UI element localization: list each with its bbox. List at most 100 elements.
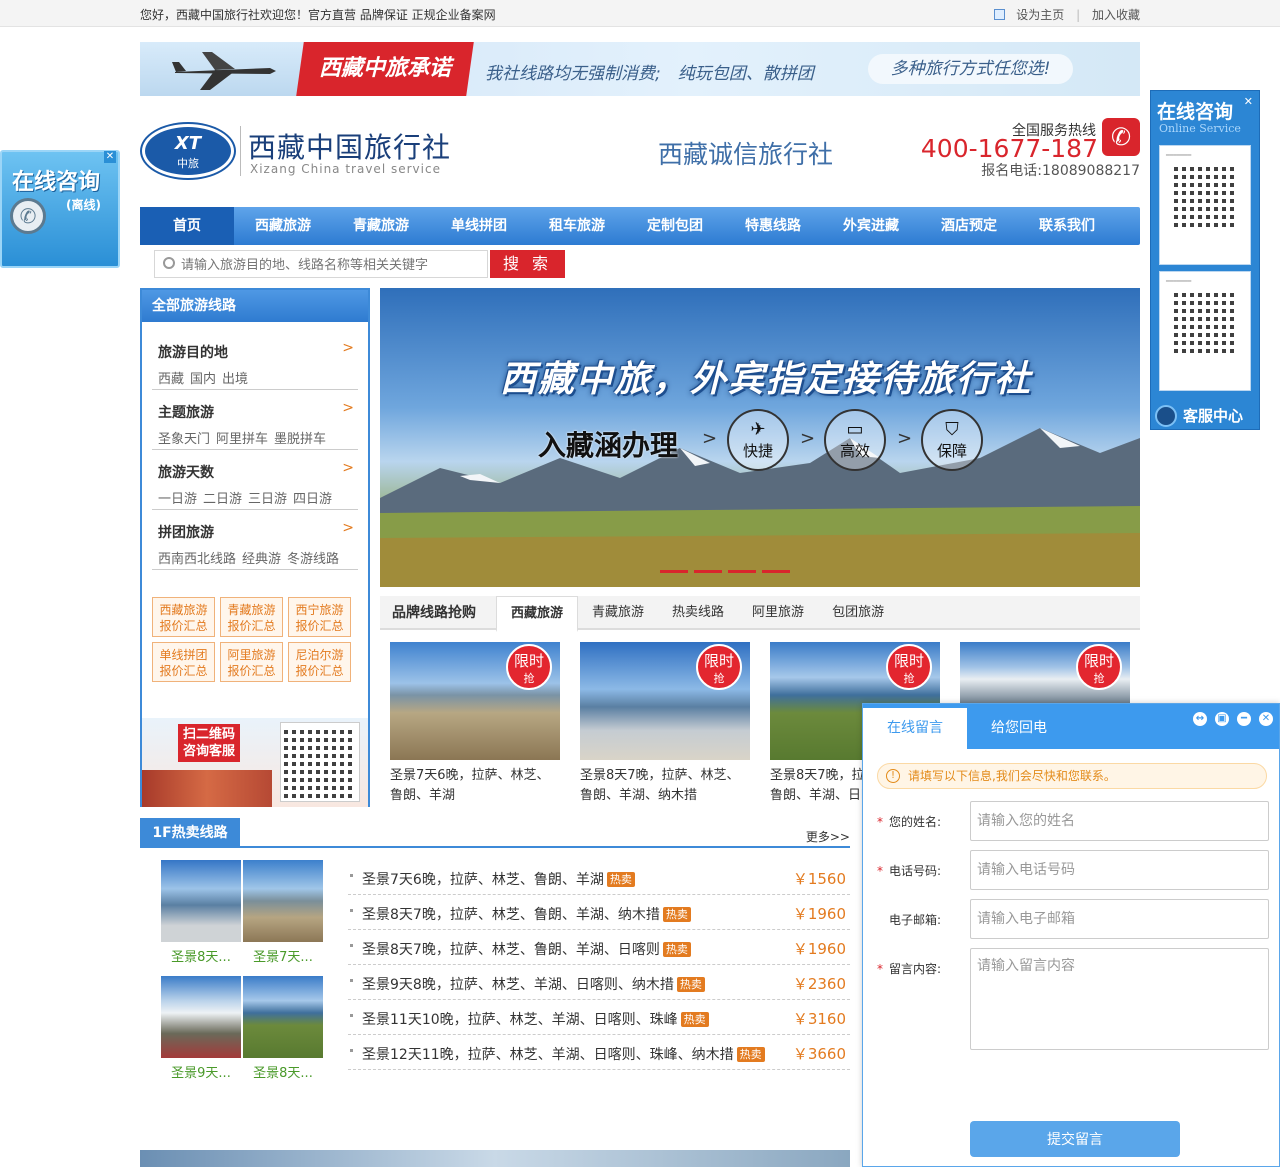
palace-image [142,770,272,807]
submit-message-button[interactable]: 提交留言 [970,1121,1180,1157]
category-link[interactable]: 冬游线路 [287,552,339,567]
carousel-dot[interactable] [694,570,722,573]
list-item[interactable]: 圣景8天7晚，拉萨、林芝、鲁朗、羊湖、纳木措 热卖 ￥1960 [348,895,850,930]
route-name[interactable]: 圣景11天10晚，拉萨、林芝、羊湖、日喀则、珠峰 [362,1012,678,1028]
hot-thumb[interactable]: 圣景8天... [161,860,241,965]
category-link[interactable]: 墨脱拼车 [274,432,326,447]
tab-package[interactable]: 包团旅游 [818,596,898,630]
list-item[interactable]: 圣景7天6晚，拉萨、林芝、鲁朗、羊湖 热卖 ￥1560 [348,860,850,895]
price-summary-button[interactable]: 尼泊尔游 报价汇总 [288,642,351,682]
limited-badge: 限时抢 [696,644,742,690]
hero-banner[interactable]: 西藏中旅，外宾指定接待旅行社 入藏涵办理 > ✈ 快捷 > ▭ 高效 > ⛉ 保障 [380,288,1140,587]
hot-thumb[interactable]: 圣景8天... [243,976,323,1081]
add-favorite-link[interactable]: 加入收藏 [1092,8,1140,22]
nav-item-tibet[interactable]: 西藏旅游 [234,207,332,245]
hot-thumb[interactable]: 圣景9天... [161,976,241,1081]
email-input[interactable] [970,899,1269,939]
minimize-icon[interactable]: ━ [1237,712,1251,726]
product-card[interactable]: 限时抢 圣景8天7晚，拉萨、林芝、鲁朗、羊湖、纳木措 [580,642,750,806]
home-icon [994,9,1006,20]
category-group-title[interactable]: 旅游目的地 [152,342,358,362]
nav-item-deals[interactable]: 特惠线路 [724,207,822,245]
limited-badge: 限时抢 [886,644,932,690]
nav-item-hotel[interactable]: 酒店预定 [920,207,1018,245]
nav-item-home[interactable]: 首页 [140,207,234,245]
bullet-icon [350,909,353,912]
price-summary-button[interactable]: 西藏旅游 报价汇总 [152,597,215,637]
close-icon[interactable]: ✕ [1244,95,1253,108]
nav-item-foreign[interactable]: 外宾进藏 [822,207,920,245]
more-link[interactable]: 更多>> [806,828,850,845]
list-item[interactable]: 圣景12天11晚，拉萨、林芝、羊湖、日喀则、珠峰、纳木措 热卖 ￥3660 [348,1035,850,1070]
product-image: 限时抢 [960,642,1130,704]
product-card[interactable]: 限时抢 [960,642,1130,710]
category-link[interactable]: 国内 [190,372,216,387]
price-summary-button[interactable]: 青藏旅游 报价汇总 [220,597,283,637]
category-link[interactable]: 经典游 [242,552,281,567]
brand-tabs-title: 品牌线路抢购 [392,605,476,621]
set-home-link[interactable]: 设为主页 [994,8,1064,22]
category-group-title[interactable]: 旅游天数 [152,462,358,482]
bullet-icon [350,944,353,947]
category-link[interactable]: 阿里拼车 [216,432,268,447]
product-card[interactable]: 限时抢 圣景7天6晚，拉萨、林芝、鲁朗、羊湖 [390,642,560,806]
tab-callback[interactable]: 给您回电 [967,708,1071,749]
carousel-dot[interactable] [660,570,688,573]
price-summary-button[interactable]: 单线拼团 报价汇总 [152,642,215,682]
route-name[interactable]: 圣景7天6晚，拉萨、林芝、鲁朗、羊湖 [362,872,604,888]
category-link[interactable]: 西南西北线路 [158,552,236,567]
nav-item-custom[interactable]: 定制包团 [626,207,724,245]
site-logo[interactable]: XT 中旅 西藏中国旅行社 Xizang China travel servic… [142,122,472,184]
route-name[interactable]: 圣景12天11晚，拉萨、林芝、羊湖、日喀则、珠峰、纳木措 [362,1047,734,1063]
category-link[interactable]: 出境 [222,372,248,387]
close-icon[interactable]: ✕ [1259,712,1273,726]
category-link[interactable]: 三日游 [248,492,287,507]
field-label: 电子邮箱: [889,913,942,927]
customer-service-link[interactable]: 客服中心 [1155,405,1243,427]
tab-ali[interactable]: 阿里旅游 [738,596,818,630]
hot-tag: 热卖 [662,907,691,922]
category-link[interactable]: 圣象天门 [158,432,210,447]
tab-qingzang[interactable]: 青藏旅游 [578,596,658,630]
hot-thumb[interactable]: 圣景7天... [243,860,323,965]
route-name[interactable]: 圣景8天7晚，拉萨、林芝、鲁朗、羊湖、纳木措 [362,907,660,923]
qr-tag-line: 扫二维码 [182,727,235,742]
promise-banner[interactable]: 西藏中旅承诺 我社线路均无强制消费; 纯玩包团、散拼团 多种旅行方式任您选! [140,42,1140,96]
nav-item-car-rental[interactable]: 租车旅游 [528,207,626,245]
list-item[interactable]: 圣景9天8晚，拉萨、林芝、羊湖、日喀则、纳木措 热卖 ￥2360 [348,965,850,1000]
price-summary-button[interactable]: 阿里旅游 报价汇总 [220,642,283,682]
category-group-title[interactable]: 主题旅游 [152,402,358,422]
tab-hot[interactable]: 热卖线路 [658,596,738,630]
nav-item-group[interactable]: 单线拼团 [430,207,528,245]
route-name[interactable]: 圣景9天8晚，拉萨、林芝、羊湖、日喀则、纳木措 [362,977,674,993]
category-link[interactable]: 四日游 [293,492,332,507]
tab-online-message[interactable]: 在线留言 [863,708,967,749]
field-label: 您的姓名: [889,815,942,829]
route-name[interactable]: 圣景8天7晚，拉萨、林芝、鲁朗、羊湖、日喀则 [362,942,660,958]
email-label: 电子邮箱: [877,911,941,928]
message-textarea[interactable] [970,948,1269,1050]
list-item[interactable]: 圣景8天7晚，拉萨、林芝、鲁朗、羊湖、日喀则 热卖 ￥1960 [348,930,850,965]
category-group-title[interactable]: 拼团旅游 [152,522,358,542]
close-icon[interactable]: ✕ [104,151,116,163]
phone-input[interactable] [970,850,1269,890]
maximize-icon[interactable]: ▣ [1215,712,1229,726]
price-summary-button[interactable]: 西宁旅游 报价汇总 [288,597,351,637]
tab-tibet[interactable]: 西藏旅游 [496,596,579,632]
carousel-dot[interactable] [762,570,790,573]
float-service-subtitle: Online Service [1159,122,1241,135]
category-link[interactable]: 二日游 [203,492,242,507]
name-input[interactable] [970,801,1269,841]
search-input[interactable] [181,255,481,275]
resize-icon[interactable]: ↔ [1193,712,1207,726]
float-consult-left[interactable]: 在线咨询 ✆ (离线) ✕ [0,150,120,268]
badge-line: 抢 [523,672,535,685]
list-item[interactable]: 圣景11天10晚，拉萨、林芝、羊湖、日喀则、珠峰 热卖 ￥3160 [348,1000,850,1035]
category-link[interactable]: 西藏 [158,372,184,387]
carousel-dot[interactable] [728,570,756,573]
search-button[interactable]: 搜 索 [490,250,565,278]
category-link[interactable]: 一日游 [158,492,197,507]
nav-item-qingzang[interactable]: 青藏旅游 [332,207,430,245]
chevron-right-icon: > [800,428,816,449]
nav-item-contact[interactable]: 联系我们 [1018,207,1116,245]
